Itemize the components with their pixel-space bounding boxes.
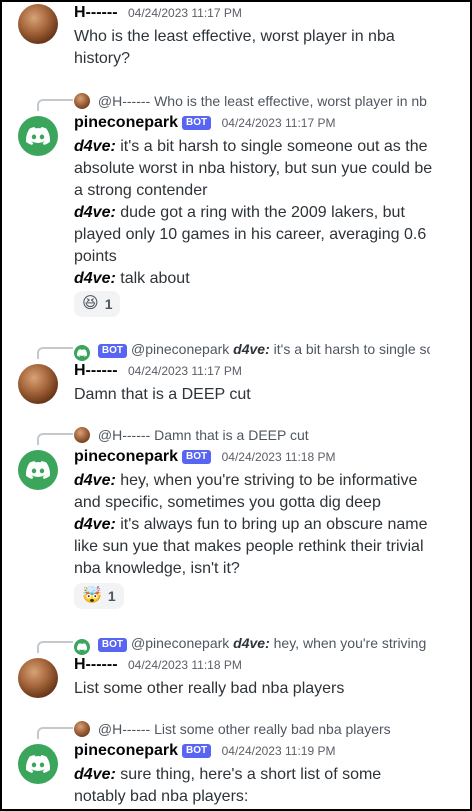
reply-text: Damn that is a DEEP cut [154, 427, 309, 443]
discord-logo-icon [77, 349, 87, 357]
bot-tag: BOT [97, 638, 127, 652]
discord-logo-icon [77, 643, 87, 651]
nickname: d4ve: [74, 516, 116, 533]
mini-avatar [74, 345, 90, 361]
laughing-emoji-icon: 😆 [82, 295, 99, 312]
bot-tag: BOT [182, 744, 212, 758]
message-text: Who is the least effective, worst player… [74, 28, 395, 67]
reply-preview[interactable]: @H------ Damn that is a DEEP cut [74, 426, 430, 444]
message-text: List some other really bad nba players [74, 680, 345, 697]
reply-nickname: d4ve: [233, 635, 270, 651]
avatar[interactable] [18, 116, 58, 156]
reply-spine [37, 641, 73, 653]
reply-author: @pineconepark [131, 635, 230, 651]
message-line: d4ve: it's a bit harsh to single someone… [74, 138, 433, 199]
reaction-count: 1 [104, 296, 113, 312]
discord-logo-icon [26, 127, 50, 145]
reply-spine [37, 347, 73, 359]
mini-avatar [74, 93, 90, 109]
message-line: d4ve: sure thing, here's a short list of… [74, 766, 382, 805]
reaction-button[interactable]: 😆 1 [74, 291, 121, 317]
mini-avatar [74, 427, 90, 443]
nickname: d4ve: [74, 766, 116, 783]
reply-spine [37, 99, 73, 111]
discord-logo-icon [26, 755, 50, 773]
discord-logo-icon [26, 461, 50, 479]
avatar[interactable] [18, 364, 58, 404]
message-line: d4ve: it's always fun to bring up an obs… [74, 516, 428, 577]
reply-text: List some other really bad nba players [154, 721, 391, 737]
avatar[interactable] [18, 744, 58, 784]
reaction-count: 1 [107, 588, 116, 604]
bot-tag: BOT [182, 116, 212, 130]
reply-preview[interactable]: @H------ List some other really bad nba … [74, 720, 430, 738]
username[interactable]: H------ [74, 4, 118, 21]
timestamp: 04/24/2023 11:17 PM [127, 6, 242, 20]
message-line: d4ve: hey, when you're striving to be in… [74, 472, 418, 511]
reply-author: @H------ [97, 721, 151, 737]
reply-author: @H------ [97, 427, 151, 443]
nickname: d4ve: [74, 270, 116, 287]
reply-author: @pineconepark [131, 341, 230, 357]
reaction-button[interactable]: 🤯 1 [74, 583, 124, 609]
timestamp: 04/24/2023 11:19 PM [221, 744, 336, 758]
mini-avatar [74, 721, 90, 737]
avatar[interactable] [18, 4, 58, 44]
reply-text: Who is the least effective, worst player… [154, 93, 427, 109]
username[interactable]: pineconepark [74, 448, 178, 465]
reply-text: hey, when you're striving to [273, 635, 430, 651]
nickname: d4ve: [74, 138, 116, 155]
username[interactable]: pineconepark [74, 114, 178, 131]
message-line: d4ve: dude got a ring with the 2009 lake… [74, 204, 427, 265]
nickname: d4ve: [74, 472, 116, 489]
timestamp: 04/24/2023 11:18 PM [221, 450, 336, 464]
message-line: d4ve: talk about [74, 270, 190, 287]
nickname: d4ve: [74, 204, 116, 221]
timestamp: 04/24/2023 11:18 PM [127, 658, 242, 672]
timestamp: 04/24/2023 11:17 PM [127, 364, 242, 378]
mini-avatar [74, 639, 90, 655]
timestamp: 04/24/2023 11:17 PM [221, 116, 336, 130]
bot-tag: BOT [97, 344, 127, 358]
reply-text: it's a bit harsh to single sor [273, 341, 430, 357]
bot-tag: BOT [182, 450, 212, 464]
reply-nickname: d4ve: [233, 341, 270, 357]
message-text: Damn that is a DEEP cut [74, 386, 251, 403]
exploding-head-emoji-icon: 🤯 [82, 587, 102, 604]
reply-spine [37, 727, 73, 739]
username[interactable]: pineconepark [74, 742, 178, 759]
avatar[interactable] [18, 658, 58, 698]
avatar[interactable] [18, 450, 58, 490]
reply-preview[interactable]: @H------ Who is the least effective, wor… [74, 92, 430, 110]
chat-log: H------ 04/24/2023 11:17 PM Who is the l… [0, 0, 472, 811]
reply-preview[interactable]: BOT @pineconepark d4ve: it's a bit harsh … [74, 340, 430, 361]
reply-author: @H------ [97, 93, 151, 109]
reply-preview[interactable]: BOT @pineconepark d4ve: hey, when you're … [74, 634, 430, 655]
reply-spine [37, 433, 73, 445]
username[interactable]: H------ [74, 362, 118, 379]
username[interactable]: H------ [74, 656, 118, 673]
